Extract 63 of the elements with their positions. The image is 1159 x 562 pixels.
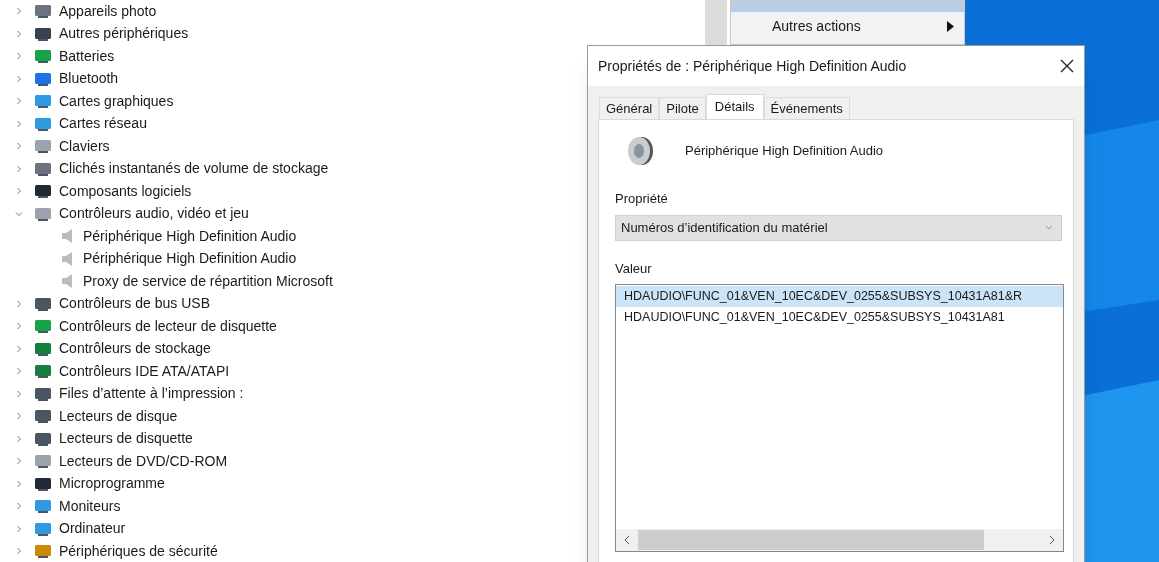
menu-item[interactable]: Autres actions <box>731 12 964 40</box>
tree-item[interactable]: Microprogramme <box>0 472 705 495</box>
tab[interactable]: Événements <box>763 97 850 119</box>
chevron-right-icon[interactable] <box>15 7 23 16</box>
chevron-right-icon[interactable] <box>15 412 23 421</box>
tree-item[interactable]: Lecteurs de DVD/CD-ROM <box>0 450 705 473</box>
speaker-icon <box>625 135 655 167</box>
chevron-right-icon[interactable] <box>15 142 23 151</box>
chevron-right-icon[interactable] <box>15 322 23 331</box>
device-icon <box>33 542 53 561</box>
device-icon <box>33 407 53 426</box>
tree-item[interactable]: Moniteurs <box>0 495 705 518</box>
scroll-bar <box>705 0 727 45</box>
chevron-right-icon[interactable] <box>15 29 23 38</box>
chevron-right-icon[interactable] <box>15 547 23 556</box>
device-icon <box>33 137 53 156</box>
tree-item[interactable]: Lecteurs de disque <box>0 405 705 428</box>
tree-item[interactable]: Périphériques de sécurité <box>0 540 705 562</box>
tab[interactable]: Pilote <box>659 97 706 119</box>
chevron-right-icon[interactable] <box>15 389 23 398</box>
tree-item[interactable]: Autres périphériques <box>0 22 705 45</box>
highlighted-menu-item[interactable] <box>731 1 964 12</box>
dropdown-caret-icon <box>1045 225 1053 230</box>
tree-item[interactable]: Contrôleurs IDE ATA/ATAPI <box>0 360 705 383</box>
chevron-right-icon[interactable] <box>15 164 23 173</box>
tab[interactable]: Général <box>599 97 660 119</box>
chevron-right-icon[interactable] <box>15 344 23 353</box>
device-icon <box>33 317 53 336</box>
tab[interactable]: Détails <box>705 94 764 119</box>
device-icon <box>33 92 53 111</box>
chevron-right-icon[interactable] <box>15 457 23 466</box>
chevron-right-icon[interactable] <box>15 52 23 61</box>
chevron-right-icon[interactable] <box>15 524 23 533</box>
device-icon <box>33 497 53 516</box>
chevron-right-icon[interactable] <box>15 97 23 106</box>
scrollbar-thumb[interactable] <box>638 530 984 550</box>
value-list-item[interactable]: HDAUDIO\FUNC_01&VEN_10EC&DEV_0255&SUBSYS_10431A81&R <box>616 286 1063 307</box>
property-label: Propriété <box>615 190 669 208</box>
device-icon <box>33 362 53 381</box>
chevron-right-icon[interactable] <box>15 434 23 443</box>
property-dropdown[interactable]: Numéros d’identification du matériel <box>615 214 1062 241</box>
value-label: Valeur <box>615 259 653 278</box>
chevron-right-icon[interactable] <box>15 479 23 488</box>
tree-item[interactable]: Contrôleurs de stockage <box>0 337 705 360</box>
tree-item[interactable]: Ordinateur <box>0 517 705 540</box>
chevron-right-icon[interactable] <box>15 367 23 376</box>
tree-item[interactable]: Files d’attente à l’impression : <box>0 382 705 405</box>
tree-item[interactable]: Appareils photo <box>0 0 705 23</box>
close-icon[interactable] <box>1060 59 1074 73</box>
chevron-right-icon[interactable] <box>15 187 23 196</box>
chevron-down-icon[interactable] <box>15 209 23 218</box>
value-list-item[interactable]: HDAUDIO\FUNC_01&VEN_10EC&DEV_0255&SUBSYS_10431A81 <box>616 307 1063 328</box>
device-icon <box>33 47 53 66</box>
tree-item[interactable]: Lecteurs de disquette <box>0 427 705 450</box>
window-title: Propriétés de : Périphérique High Definition Audio <box>598 56 908 76</box>
horizontal-scrollbar[interactable] <box>616 529 1063 551</box>
device-icon <box>33 182 53 201</box>
device-icon <box>33 452 53 471</box>
chevron-right-icon[interactable] <box>15 119 23 128</box>
chevron-right-icon[interactable] <box>15 502 23 511</box>
device-icon <box>33 2 53 21</box>
chevron-right-icon[interactable] <box>15 74 23 83</box>
chevron-right-icon[interactable] <box>15 299 23 308</box>
